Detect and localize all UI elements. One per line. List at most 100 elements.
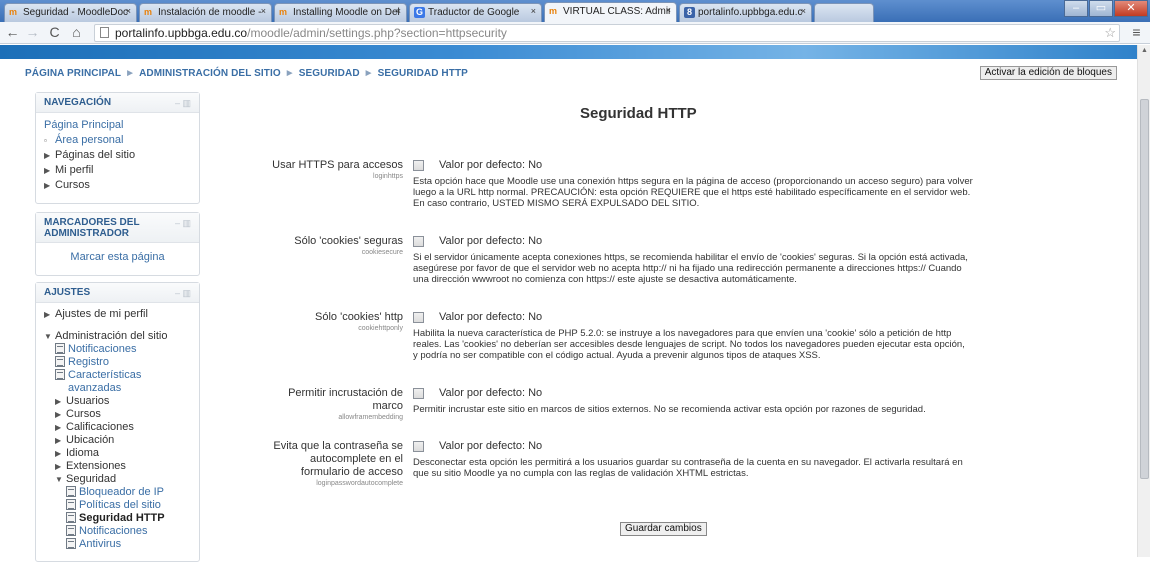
breadcrumb-item-current[interactable]: SEGURIDAD HTTP — [378, 68, 468, 79]
setting-key: loginhttps — [373, 173, 403, 180]
expand-arrow-icon[interactable]: ▶ — [44, 307, 55, 322]
nav-item-plugins[interactable]: Extensiones — [66, 460, 126, 472]
nav-item-site-admin[interactable]: Administración del sitio — [55, 330, 168, 342]
nav-item-courses[interactable]: Cursos — [55, 179, 90, 191]
close-tab-icon[interactable]: × — [396, 6, 401, 16]
breadcrumb-separator: ► — [125, 68, 136, 79]
bookmark-page-link[interactable]: Marcar esta página — [70, 251, 164, 263]
new-tab-button[interactable] — [814, 3, 874, 22]
scrollbar-thumb[interactable] — [1140, 99, 1149, 479]
bullet-icon: ▫ — [44, 136, 47, 145]
maximize-window-button[interactable]: ▭ — [1089, 0, 1113, 17]
browser-tab-active[interactable]: m VIRTUAL CLASS: Admin × — [544, 2, 677, 22]
block-controls-icon[interactable]: – ▥ — [175, 288, 191, 299]
close-tab-icon[interactable]: × — [666, 5, 671, 15]
block-title: MARCADORES DEL — [44, 217, 140, 228]
breadcrumb-separator: ► — [284, 68, 295, 79]
nav-item-advanced-features[interactable]: Características — [68, 369, 141, 381]
block-controls-icon[interactable]: – ▥ — [175, 218, 191, 229]
page-icon — [100, 27, 109, 38]
expand-arrow-icon[interactable]: ▶ — [55, 408, 66, 421]
description-line: que su sitio Moodle ya no cumpla con las… — [413, 468, 749, 479]
tab-label: Instalación de moodle - — [158, 7, 262, 18]
close-tab-icon[interactable]: × — [126, 6, 131, 16]
address-bar[interactable]: portalinfo.upbbga.edu.co/moodle/admin/se… — [94, 24, 1120, 42]
description-line: En caso contrario, USTED MISMO SERÁ EXPU… — [413, 198, 700, 209]
nav-item-personal-area[interactable]: Área personal — [55, 134, 124, 146]
edit-blocks-button[interactable]: Activar la edición de bloques — [979, 66, 1117, 80]
nav-item-profile-settings[interactable]: Ajustes de mi perfil — [55, 308, 148, 320]
setting-description: Permitir incrustar este sitio en marcos … — [413, 404, 1093, 415]
nav-item-ip-blocker[interactable]: Bloqueador de IP — [79, 486, 164, 498]
nav-item-courses[interactable]: Cursos — [66, 408, 101, 420]
expand-arrow-icon[interactable]: ▶ — [55, 421, 66, 434]
browser-tab[interactable]: G Traductor de Google × — [409, 3, 542, 22]
nav-item-security[interactable]: Seguridad — [66, 473, 116, 485]
forward-arrow-icon[interactable]: → — [24, 24, 41, 41]
description-line: una dirección wwwroot no comienza con ht… — [413, 274, 797, 285]
nav-item-site-policies[interactable]: Políticas del sitio — [79, 499, 161, 511]
nav-item-antivirus[interactable]: Antivirus — [79, 538, 121, 550]
nav-item-location[interactable]: Ubicación — [66, 434, 114, 446]
setting-label-text: marco — [372, 400, 403, 412]
url-domain: portalinfo.upbbga.edu.co — [115, 26, 248, 40]
save-changes-button[interactable]: Guardar cambios — [620, 522, 707, 536]
tab-label: Traductor de Google — [428, 7, 520, 18]
close-tab-icon[interactable]: × — [531, 6, 536, 16]
minimize-window-button[interactable]: – — [1064, 0, 1088, 17]
expand-arrow-icon[interactable]: ▶ — [55, 395, 66, 408]
browser-tab[interactable]: 8 portalinfo.upbbga.edu.c × — [679, 3, 812, 22]
browser-tab[interactable]: m Instalación de moodle - × — [139, 3, 272, 22]
nav-item-grades[interactable]: Calificaciones — [66, 421, 134, 433]
browser-tab[interactable]: m Installing Moodle on Del × — [274, 3, 407, 22]
setting-checkbox[interactable] — [413, 160, 424, 171]
tab-label: Installing Moodle on Del — [293, 7, 400, 18]
browser-toolbar: ← → C ⌂ portalinfo.upbbga.edu.co/moodle/… — [0, 22, 1150, 44]
nav-item-notifications[interactable]: Notificaciones — [68, 343, 136, 355]
description-line: y podría no ser compatible con el código… — [413, 350, 821, 361]
description-line: reales. Las 'cookies' no deberían ser ac… — [413, 339, 965, 350]
setting-description: Desconectar esta opción les permitirá a … — [413, 457, 1093, 479]
close-tab-icon[interactable]: × — [261, 6, 266, 16]
breadcrumb-item[interactable]: ADMINISTRACIÓN DEL SITIO — [139, 68, 281, 79]
expand-arrow-icon[interactable]: ▶ — [55, 460, 66, 473]
collapse-arrow-icon[interactable]: ▼ — [55, 473, 66, 486]
bookmark-star-icon[interactable]: ☆ — [1104, 25, 1116, 41]
setting-checkbox[interactable] — [413, 388, 424, 399]
reload-icon[interactable]: C — [46, 24, 63, 41]
home-icon[interactable]: ⌂ — [68, 24, 85, 41]
nav-item-registration[interactable]: Registro — [68, 356, 109, 368]
setting-checkbox[interactable] — [413, 236, 424, 247]
expand-arrow-icon[interactable]: ▶ — [44, 148, 55, 163]
nav-item-my-profile[interactable]: Mi perfil — [55, 164, 94, 176]
block-title: AJUSTES — [44, 287, 91, 298]
close-tab-icon[interactable]: × — [801, 6, 806, 16]
block-controls-icon[interactable]: – ▥ — [175, 98, 191, 109]
vertical-scrollbar[interactable]: ▲ — [1137, 45, 1150, 557]
close-window-button[interactable]: ✕ — [1114, 0, 1148, 17]
scroll-up-arrow-icon[interactable]: ▲ — [1141, 47, 1148, 54]
breadcrumb-item[interactable]: SEGURIDAD — [299, 68, 360, 79]
breadcrumb-item[interactable]: PÁGINA PRINCIPAL — [25, 68, 121, 79]
nav-item-notifications[interactable]: Notificaciones — [79, 525, 147, 537]
expand-arrow-icon[interactable]: ▶ — [44, 163, 55, 178]
settings-page-icon — [66, 486, 76, 497]
nav-item-site-pages[interactable]: Páginas del sitio — [55, 149, 135, 161]
browser-tab[interactable]: m Seguridad - MoodleDoc × — [4, 3, 137, 22]
setting-default-value: Valor por defecto: No — [439, 440, 543, 452]
setting-checkbox[interactable] — [413, 312, 424, 323]
collapse-arrow-icon[interactable]: ▼ — [44, 330, 55, 344]
expand-arrow-icon[interactable]: ▶ — [55, 447, 66, 460]
menu-icon[interactable]: ≡ — [1128, 24, 1145, 41]
nav-item-advanced-features-cont[interactable]: avanzadas — [68, 382, 121, 394]
setting-checkbox[interactable] — [413, 441, 424, 452]
description-line: Habilita la nueva característica de PHP … — [413, 328, 952, 339]
nav-item-language[interactable]: Idioma — [66, 447, 99, 459]
expand-arrow-icon[interactable]: ▶ — [55, 434, 66, 447]
nav-item-http-security-current[interactable]: Seguridad HTTP — [79, 512, 165, 524]
nav-item-users[interactable]: Usuarios — [66, 395, 109, 407]
nav-item-home[interactable]: Página Principal — [44, 118, 191, 133]
moodle-favicon-icon: m — [279, 7, 288, 17]
expand-arrow-icon[interactable]: ▶ — [44, 178, 55, 193]
back-arrow-icon[interactable]: ← — [4, 24, 21, 41]
